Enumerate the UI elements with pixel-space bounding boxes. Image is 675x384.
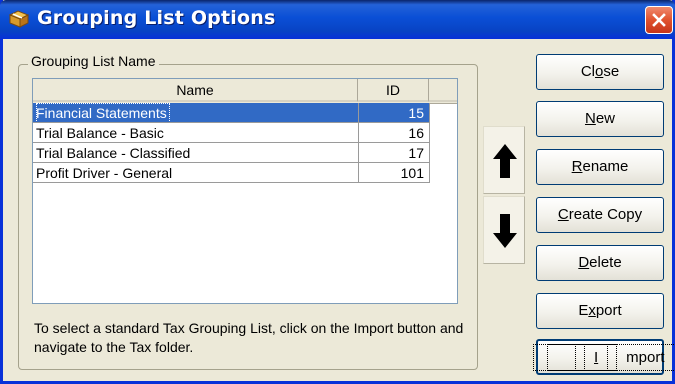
close-button[interactable]: Close [536, 54, 664, 90]
table-row[interactable]: Profit Driver - General 101 [33, 163, 429, 183]
arrow-up-icon [493, 144, 517, 178]
row-name: Trial Balance - Classified [36, 145, 191, 161]
window-title: Grouping List Options [37, 7, 276, 29]
close-icon [652, 13, 666, 27]
column-divider [358, 103, 359, 183]
row-name: Profit Driver - General [36, 165, 173, 181]
new-label-b: ew [595, 110, 616, 127]
export-button[interactable]: Export [536, 293, 664, 329]
import-label-a [547, 344, 585, 371]
import-button[interactable]: Import [533, 339, 675, 375]
row-gridline [33, 182, 429, 183]
delete-label-b: elete [589, 254, 622, 271]
arrow-down-icon [493, 214, 517, 248]
move-up-button[interactable] [483, 126, 525, 194]
delete-button[interactable]: Delete [536, 245, 664, 281]
column-header-id[interactable]: ID [358, 79, 429, 102]
row-id: 16 [408, 125, 424, 141]
create-copy-label-key: C [557, 206, 569, 223]
export-label-a: E [578, 302, 589, 319]
create-copy-label-b: reate Copy [568, 206, 643, 223]
export-label-b: port [595, 302, 622, 319]
row-id: 17 [408, 145, 424, 161]
rename-label-b: ename [582, 158, 629, 175]
import-instructions: To select a standard Tax Grouping List, … [34, 320, 464, 355]
table-row[interactable]: Trial Balance - Classified 17 [33, 143, 429, 163]
rename-button[interactable]: Rename [536, 149, 664, 185]
column-divider [429, 103, 430, 183]
create-copy-button[interactable]: Create Copy [536, 197, 664, 233]
import-label-key: I [574, 344, 618, 371]
row-gridline [33, 162, 429, 163]
row-id: 101 [400, 165, 424, 181]
row-name: Trial Balance - Basic [36, 125, 164, 141]
column-header-filler [429, 79, 457, 102]
grouping-list-table[interactable]: Name ID Financial Statements 15 Trial Ba… [32, 78, 458, 304]
new-button[interactable]: New [536, 101, 664, 137]
import-label: Import [533, 344, 675, 371]
grouping-list-options-dialog: Grouping List Options Grouping List Name… [0, 0, 675, 384]
title-bar[interactable]: Grouping List Options [0, 0, 675, 39]
row-id: 15 [408, 105, 424, 121]
delete-label-key: D [578, 254, 590, 271]
app-icon [8, 10, 30, 28]
row-gridline [33, 122, 429, 123]
close-label-a: Cl [580, 63, 595, 80]
row-gridline [33, 142, 429, 143]
table-header: Name ID [33, 79, 457, 104]
table-row[interactable]: Financial Statements 15 [33, 103, 429, 123]
close-window-button[interactable] [645, 6, 673, 34]
row-name: Financial Statements [36, 103, 170, 123]
column-header-name[interactable]: Name [33, 79, 358, 102]
groupbox-label: Grouping List Name [28, 53, 159, 69]
close-label-b: se [603, 63, 620, 80]
table-row[interactable]: Trial Balance - Basic 16 [33, 123, 429, 143]
export-label-key: x [588, 302, 596, 319]
new-label-key: N [584, 110, 596, 127]
rename-label-key: R [571, 158, 583, 175]
import-label-b: mport [607, 344, 675, 371]
move-down-button[interactable] [483, 196, 525, 264]
